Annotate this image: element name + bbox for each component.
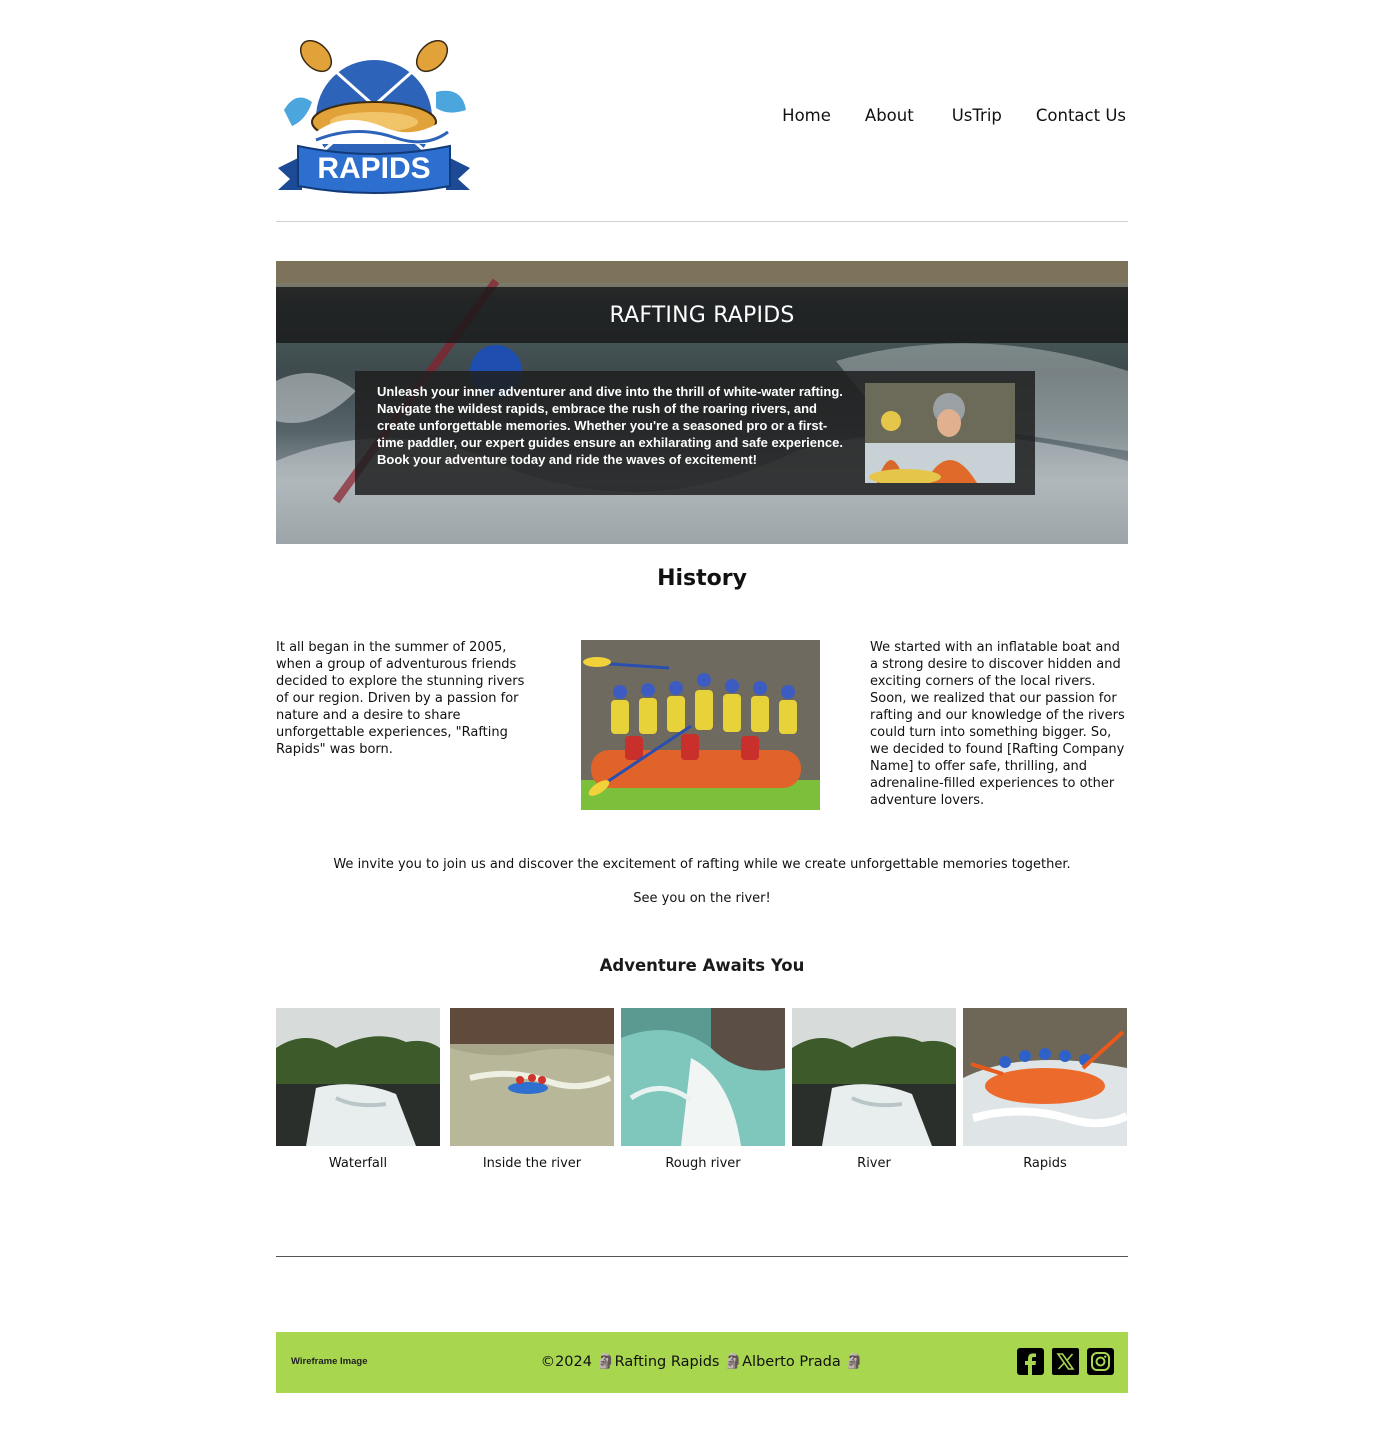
site-header: RAPIDS Home About UsTrip Contact Us xyxy=(276,36,1128,222)
hero-title: RAFTING RAPIDS xyxy=(609,302,795,328)
gallery-item-waterfall[interactable]: Waterfall xyxy=(276,1008,440,1171)
hero-info-box: Unleash your inner adventurer and dive i… xyxy=(355,371,1035,495)
facebook-icon[interactable] xyxy=(1017,1348,1044,1375)
hero-description: Unleash your inner adventurer and dive i… xyxy=(377,384,843,467)
logo-text: RAPIDS xyxy=(317,152,430,185)
main-nav: Home About UsTrip Contact Us xyxy=(782,106,1126,125)
see-you-text: See you on the river! xyxy=(633,891,771,906)
rapids-logo[interactable]: RAPIDS xyxy=(276,39,472,196)
gallery-item-river[interactable]: River xyxy=(792,1008,956,1171)
gallery-caption: River xyxy=(857,1156,891,1171)
nav-about[interactable]: About xyxy=(865,106,914,125)
gallery-item-inside-the-river[interactable]: Inside the river xyxy=(450,1008,614,1171)
rapids-image xyxy=(963,1008,1127,1146)
history-title: History xyxy=(657,566,747,591)
gallery-caption: Rough river xyxy=(665,1156,741,1171)
waterfall-image xyxy=(276,1008,440,1146)
copyright-text: ©2024 🗿Rafting Rapids 🗿Alberto Prada 🗿 xyxy=(540,1354,864,1370)
invite-text: We invite you to join us and discover th… xyxy=(333,857,1071,872)
footer-divider xyxy=(276,1256,1128,1257)
hero-rafter-photo xyxy=(865,383,1015,483)
inside-the-river-image xyxy=(450,1008,614,1146)
rough-river-image xyxy=(621,1008,785,1146)
gallery-caption: Inside the river xyxy=(482,1156,582,1171)
site-footer: Wireframe Image ©2024 🗿Rafting Rapids 🗿A… xyxy=(276,1332,1128,1393)
gallery-item-rapids[interactable]: Rapids xyxy=(963,1008,1127,1171)
nav-home[interactable]: Home xyxy=(782,106,831,125)
gallery-caption: Rapids xyxy=(1023,1156,1067,1171)
x-icon[interactable] xyxy=(1052,1348,1079,1375)
hero-banner: RAFTING RAPIDS Unleash your inner advent… xyxy=(276,261,1128,544)
gallery-caption: Waterfall xyxy=(328,1156,388,1171)
gallery-item-rough-river[interactable]: Rough river xyxy=(621,1008,785,1171)
history-group-photo xyxy=(581,640,820,810)
instagram-icon[interactable] xyxy=(1087,1348,1114,1375)
history-left-text: It all began in the summer of 2005, when… xyxy=(276,640,525,757)
river-image xyxy=(792,1008,956,1146)
nav-contact-us[interactable]: Contact Us xyxy=(1036,106,1126,125)
nav-ustrip[interactable]: UsTrip xyxy=(952,106,1002,125)
history-right-text: We started with an inflatable boat and a… xyxy=(870,640,1125,808)
social-links xyxy=(1017,1348,1114,1375)
hero-title-bar: RAFTING RAPIDS xyxy=(276,287,1128,343)
adventure-title: Adventure Awaits You xyxy=(599,956,805,975)
